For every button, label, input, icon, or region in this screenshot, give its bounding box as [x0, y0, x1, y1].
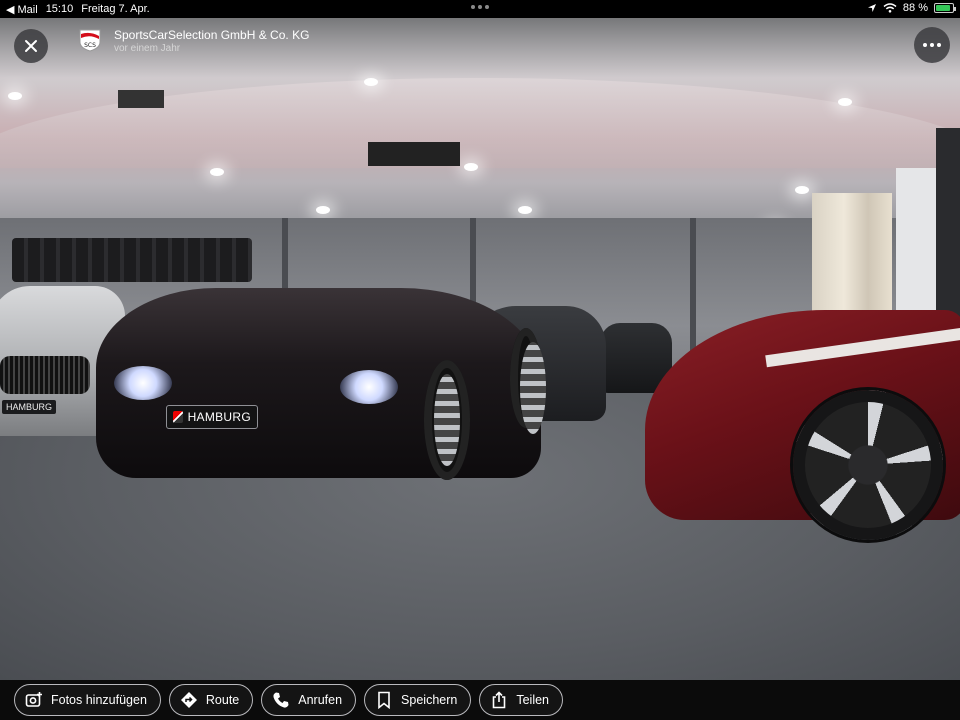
directions-icon	[180, 692, 197, 708]
save-button[interactable]: Speichern	[364, 684, 472, 716]
battery-percent: 88 %	[902, 2, 928, 14]
wifi-icon	[883, 3, 897, 13]
call-button[interactable]: Anrufen	[261, 684, 357, 716]
status-bar: ◀ Mail 15:10 Freitag 7. Apr. 88 %	[0, 0, 960, 18]
license-plate-left: HAMBURG	[2, 400, 57, 414]
scs-logo-icon	[173, 411, 183, 423]
close-icon	[25, 40, 37, 52]
share-icon	[493, 691, 506, 709]
add-photos-button[interactable]: Fotos hinzufügen	[14, 684, 161, 716]
action-bar: Fotos hinzufügen Route Anrufen Speichern…	[0, 680, 960, 720]
business-name[interactable]: SportsCarSelection GmbH & Co. KG	[114, 28, 309, 42]
route-button[interactable]: Route	[168, 684, 254, 716]
close-button[interactable]	[14, 29, 48, 63]
back-to-mail-link[interactable]: ◀ Mail	[6, 3, 38, 16]
multitasking-dots-icon[interactable]	[471, 5, 489, 9]
bookmark-icon	[378, 691, 390, 709]
phone-icon	[273, 692, 289, 708]
location-arrow-icon	[867, 4, 876, 12]
business-logo-icon: SCS	[79, 29, 101, 52]
posted-time: vor einem Jahr	[114, 43, 181, 54]
status-date: Freitag 7. Apr.	[81, 3, 150, 15]
add-photo-icon	[25, 692, 42, 707]
car-porsche-black	[96, 288, 546, 480]
svg-text:SCS: SCS	[84, 42, 96, 49]
battery-icon	[934, 3, 956, 13]
share-button[interactable]: Teilen	[479, 684, 564, 716]
status-time: 15:10	[45, 3, 74, 15]
business-photo[interactable]: HAMBURG HAMBURG	[0, 18, 960, 680]
license-plate-main: HAMBURG	[166, 405, 258, 429]
more-options-button[interactable]	[914, 27, 950, 63]
